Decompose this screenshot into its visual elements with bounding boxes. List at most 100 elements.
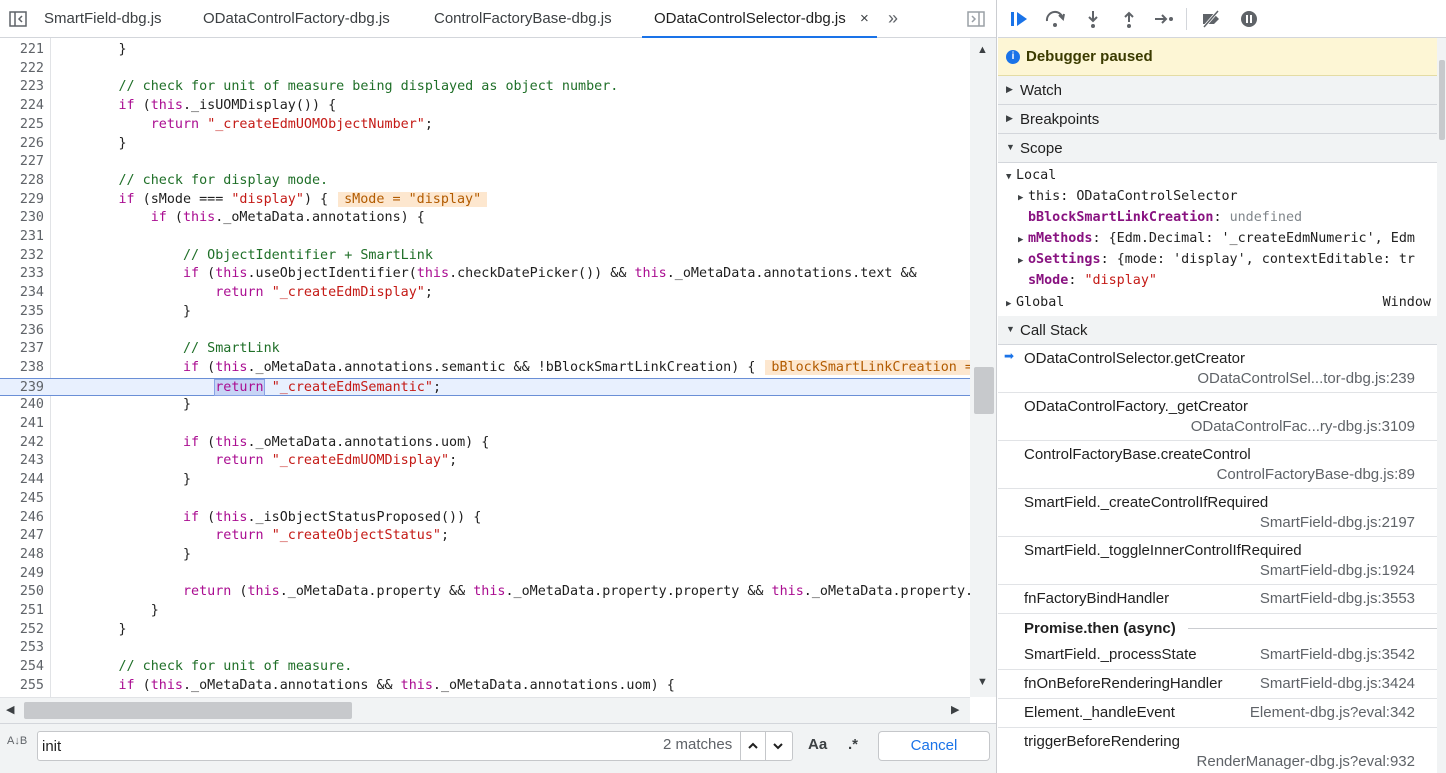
line-number[interactable]: 222 <box>0 60 44 79</box>
code-line[interactable]: 225 return "_createEdmUOMObjectNumber"; <box>0 116 970 135</box>
code-line[interactable]: 223 // check for unit of measure being d… <box>0 78 970 97</box>
scroll-left-icon[interactable]: ◀ <box>6 703 14 716</box>
previous-match-button[interactable] <box>740 732 764 760</box>
call-frame-location[interactable]: ODataControlFac...ry-dbg.js:3109 <box>1191 418 1415 435</box>
line-number[interactable]: 253 <box>0 639 44 658</box>
call-frame[interactable]: Element._handleEvent Element-dbg.js?eval:… <box>998 699 1437 728</box>
code-line[interactable]: 230 if (this._oMetaData.annotations) { <box>0 209 970 228</box>
regex-button[interactable]: .* <box>848 736 858 753</box>
paused-code-line[interactable]: 239 return "_createEdmSemantic"; <box>0 377 970 398</box>
call-frame[interactable]: SmartField._createControlIfRequired Smart… <box>998 489 1437 537</box>
line-number[interactable]: 251 <box>0 602 44 621</box>
code-line[interactable]: 242 if (this._oMetaData.annotations.uom)… <box>0 434 970 453</box>
call-frame[interactable]: SmartField._processState SmartField-dbg.j… <box>998 641 1437 670</box>
breakpoints-section-header[interactable]: ▶ Breakpoints <box>998 105 1437 134</box>
scroll-up-icon[interactable]: ▲ <box>977 44 988 56</box>
scroll-down-icon[interactable]: ▼ <box>977 676 988 688</box>
line-number[interactable]: 249 <box>0 565 44 584</box>
line-number[interactable]: 246 <box>0 509 44 528</box>
code-line[interactable]: 226 } <box>0 135 970 154</box>
watch-section-header[interactable]: ▶ Watch <box>998 76 1437 105</box>
code-line[interactable]: 221 } <box>0 41 970 60</box>
line-number[interactable]: 233 <box>0 265 44 284</box>
tab-odatacontrolfactory[interactable]: ODataControlFactory-dbg.js <box>203 0 390 38</box>
replace-toggle-icon[interactable]: A↓B <box>7 736 27 747</box>
call-frame[interactable]: fnOnBeforeRenderingHandler SmartField-dbg… <box>998 670 1437 699</box>
code-line[interactable]: 241 <box>0 415 970 434</box>
line-number[interactable]: 223 <box>0 78 44 97</box>
line-number[interactable]: 228 <box>0 172 44 191</box>
code-line[interactable]: 222 <box>0 60 970 79</box>
line-number[interactable]: 227 <box>0 153 44 172</box>
scope-section-header[interactable]: ▼ Scope <box>998 134 1437 163</box>
code-line[interactable]: 237 // SmartLink <box>0 340 970 359</box>
tab-smartfield[interactable]: SmartField-dbg.js <box>44 0 162 38</box>
code-line[interactable]: 224 if (this._isUOMDisplay()) { <box>0 97 970 116</box>
code-line[interactable]: 254 // check for unit of measure. <box>0 658 970 677</box>
scope-variable[interactable]: ▶ oSettings: {mode: 'display', contextEdi… <box>998 249 1437 270</box>
code-line[interactable]: 248 } <box>0 546 970 565</box>
call-frame-location[interactable]: SmartField-dbg.js:3553 <box>1260 590 1415 607</box>
code-line[interactable]: 235 } <box>0 303 970 322</box>
call-frame-location[interactable]: ODataControlSel...tor-dbg.js:239 <box>1197 370 1415 387</box>
line-number[interactable]: 255 <box>0 677 44 696</box>
call-stack-section-header[interactable]: ▼ Call Stack <box>998 316 1437 345</box>
call-frame[interactable]: SmartField._toggleInnerControlIfRequired… <box>998 537 1437 585</box>
sidebar-scroll-thumb[interactable] <box>1439 60 1445 140</box>
pause-on-exceptions-icon[interactable] <box>1238 9 1260 29</box>
code-line[interactable]: 234 return "_createEdmDisplay"; <box>0 284 970 303</box>
code-line[interactable]: 246 if (this._isObjectStatusProposed()) … <box>0 509 970 528</box>
call-frame-location[interactable]: SmartField-dbg.js:1924 <box>1260 562 1415 579</box>
code-line[interactable]: 238 if (this._oMetaData.annotations.sema… <box>0 359 970 378</box>
scope-variable[interactable]: ▶ this: ODataControlSelector <box>998 186 1437 207</box>
more-tabs-icon[interactable]: » <box>888 0 898 36</box>
line-number[interactable]: 236 <box>0 322 44 341</box>
code-line[interactable]: 252 } <box>0 621 970 640</box>
code-line[interactable]: 229 if (sMode === "display") {sMode = "d… <box>0 191 970 210</box>
code-line[interactable]: 250 return (this._oMetaData.property && … <box>0 583 970 602</box>
code-line[interactable]: 249 <box>0 565 970 584</box>
line-number[interactable]: 238 <box>0 359 44 378</box>
tab-controlfactorybase[interactable]: ControlFactoryBase-dbg.js <box>434 0 612 38</box>
search-input[interactable] <box>42 737 542 755</box>
code-editor[interactable]: 221 } 222 223 // check for unit of measure… <box>0 38 970 697</box>
step-out-icon[interactable] <box>1118 9 1140 29</box>
line-number[interactable]: 252 <box>0 621 44 640</box>
call-frame[interactable]: fnFactoryBindHandler SmartField-dbg.js:35… <box>998 585 1437 614</box>
call-frame-location[interactable]: SmartField-dbg.js:3542 <box>1260 646 1415 663</box>
line-number[interactable]: 231 <box>0 228 44 247</box>
line-number[interactable]: 226 <box>0 135 44 154</box>
toggle-navigator-icon[interactable] <box>8 9 28 29</box>
line-number[interactable]: 230 <box>0 209 44 228</box>
call-frame-location[interactable]: SmartField-dbg.js:3424 <box>1260 675 1415 692</box>
vertical-scroll-thumb[interactable] <box>974 367 994 414</box>
code-line[interactable]: 231 <box>0 228 970 247</box>
code-line[interactable]: 232 // ObjectIdentifier + SmartLink <box>0 247 970 266</box>
call-frame[interactable]: ODataControlFactory._getCreator ODataCont… <box>998 393 1437 441</box>
line-number[interactable]: 244 <box>0 471 44 490</box>
line-number[interactable]: 239 <box>0 379 44 398</box>
sidebar-scrollbar[interactable] <box>1437 38 1446 773</box>
code-line[interactable]: 247 return "_createObjectStatus"; <box>0 527 970 546</box>
cancel-search-button[interactable]: Cancel <box>878 731 990 761</box>
call-frame-current[interactable]: ➡ ODataControlSelector.getCreator ODataCon… <box>998 345 1437 393</box>
line-number[interactable]: 250 <box>0 583 44 602</box>
code-line[interactable]: 233 if (this.useObjectIdentifier(this.ch… <box>0 265 970 284</box>
call-frame[interactable]: ControlFactoryBase.createControl ControlF… <box>998 441 1437 489</box>
line-number[interactable]: 254 <box>0 658 44 677</box>
call-frame-location[interactable]: SmartField-dbg.js:2197 <box>1260 514 1415 531</box>
code-line[interactable]: 243 return "_createEdmUOMDisplay"; <box>0 452 970 471</box>
code-line[interactable]: 255 if (this._oMetaData.annotations && t… <box>0 677 970 696</box>
scope-variable[interactable]: bBlockSmartLinkCreation: undefined <box>998 207 1437 228</box>
code-line[interactable]: 245 <box>0 490 970 509</box>
line-number[interactable]: 224 <box>0 97 44 116</box>
scope-global-header[interactable]: ▶ Global Window <box>998 292 1437 313</box>
line-number[interactable]: 240 <box>0 396 44 415</box>
scope-variable[interactable]: sMode: "display" <box>998 270 1437 291</box>
line-number[interactable]: 221 <box>0 41 44 60</box>
tab-odatacontrolselector[interactable]: ODataControlSelector-dbg.js <box>642 0 877 38</box>
code-line[interactable]: 244 } <box>0 471 970 490</box>
toggle-debugger-sidebar-icon[interactable] <box>966 9 986 29</box>
call-frame-location[interactable]: ControlFactoryBase-dbg.js:89 <box>1217 466 1415 483</box>
resume-icon[interactable] <box>1008 9 1030 29</box>
